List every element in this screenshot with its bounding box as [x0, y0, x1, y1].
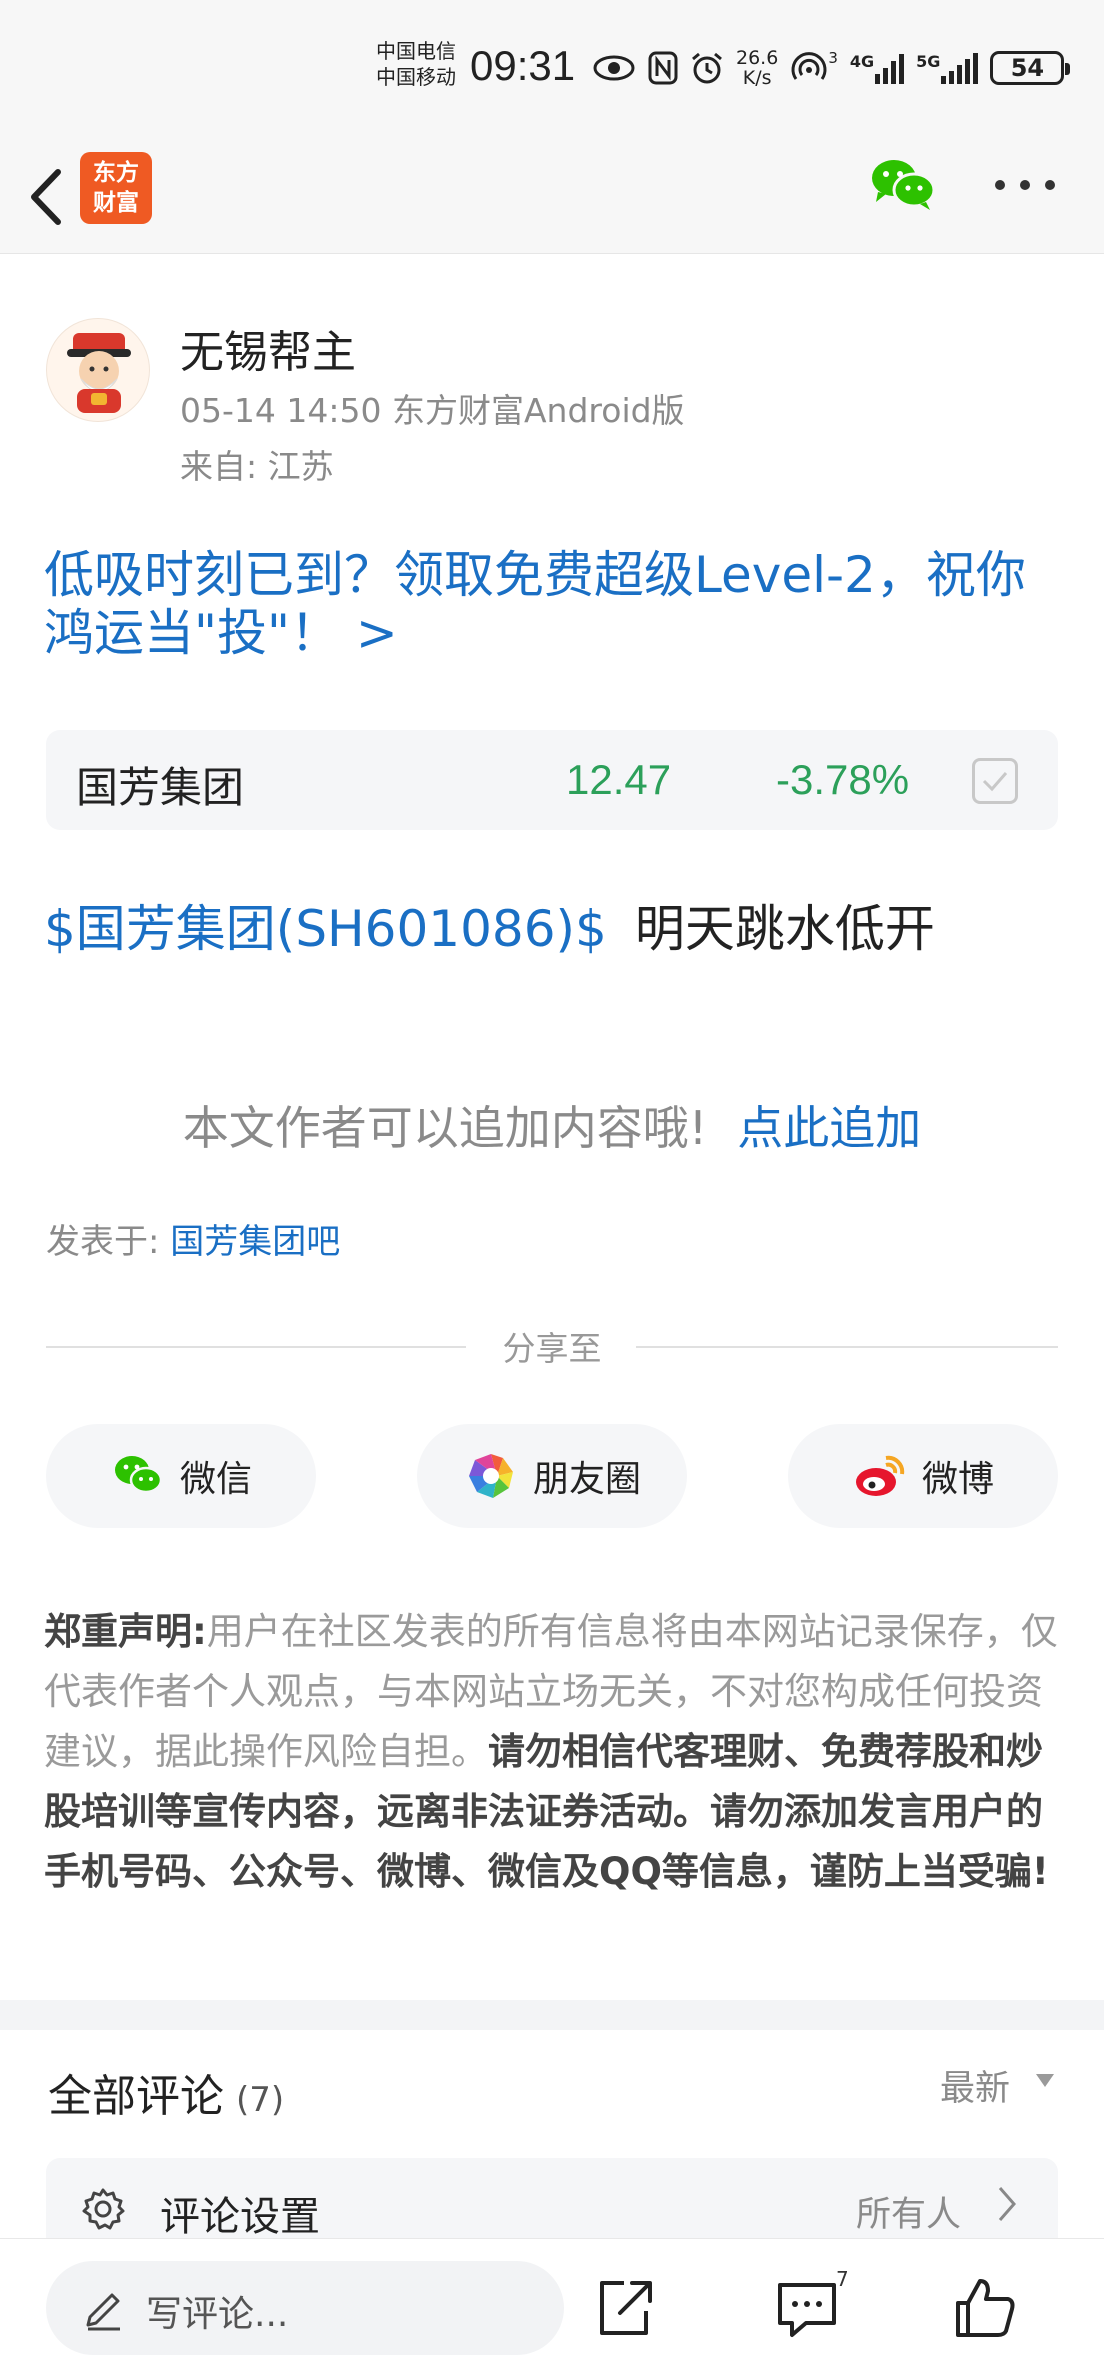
hotspot-sub-label: 3	[828, 49, 838, 67]
more-icon[interactable]	[990, 170, 1060, 200]
pencil-icon	[82, 2285, 126, 2331]
eye-icon	[592, 53, 636, 83]
moments-icon	[468, 1454, 513, 1498]
stock-name: 国芳集团	[76, 763, 245, 812]
comments-sort-dropdown[interactable]: 最新	[940, 2060, 1010, 2111]
stock-bar-link[interactable]: 国芳集团吧	[170, 1222, 340, 1262]
share-weibo-button[interactable]: 微博	[788, 1424, 1058, 1528]
write-comment-placeholder: 写评论...	[146, 2294, 289, 2335]
level2-promo-link[interactable]: 低吸时刻已到？领取免费超级Level-2，祝你鸿运当"投"！ >	[44, 546, 1064, 662]
comments-title: 全部评论 (7)	[48, 2060, 284, 2124]
share-moments-button[interactable]: 朋友圈	[417, 1424, 687, 1528]
carrier-names: 中国电信 中国移动	[376, 38, 456, 90]
write-comment-input[interactable]: 写评论...	[46, 2261, 564, 2355]
alarm-icon	[690, 51, 724, 85]
posted-in-label: 发表于:	[46, 1222, 160, 1262]
share-external-icon[interactable]	[590, 2273, 660, 2343]
status-bar: 中国电信 中国移动 09:31 26.6 K/s 3 4G 5G 54	[0, 0, 1104, 140]
weibo-icon	[855, 1455, 905, 1496]
section-divider	[0, 2000, 1104, 2030]
post-body: $国芳集团(SH601086)$ 明天跳水低开	[44, 894, 935, 964]
comments-title-label: 全部评论	[48, 2071, 224, 2122]
author-avatar[interactable]	[46, 318, 150, 422]
net-speed-unit: K/s	[742, 67, 772, 89]
author-name[interactable]: 无锡帮主	[180, 316, 356, 380]
wechat-icon[interactable]	[868, 154, 938, 214]
carrier-1: 中国电信	[376, 39, 456, 63]
net-speed-value: 26.6	[736, 47, 779, 69]
append-content-link[interactable]: 点此追加	[737, 1101, 921, 1155]
carrier-2: 中国移动	[376, 65, 456, 89]
gear-icon	[80, 2186, 126, 2232]
status-time: 09:31	[470, 42, 576, 89]
post-location: 来自: 江苏	[180, 447, 334, 486]
share-wechat-label: 微信	[179, 1459, 252, 1500]
caret-down-icon	[1036, 2074, 1054, 2087]
stock-quote-card[interactable]: 国芳集团 12.47 -3.78%	[46, 730, 1058, 830]
post-meta: 05-14 14:50 东方财富Android版	[180, 391, 685, 430]
nfc-icon	[648, 51, 678, 85]
chevron-right-icon	[992, 2184, 1022, 2224]
share-weibo-label: 微博	[921, 1459, 994, 1500]
signal-5g-icon: 5G	[916, 52, 979, 84]
check-icon	[982, 772, 1008, 792]
stock-tag-link[interactable]: $国芳集团(SH601086)$	[44, 900, 607, 958]
signal-4g-icon: 4G	[849, 52, 905, 84]
status-icons: 26.6 K/s 3 4G 5G 54	[592, 40, 1071, 96]
comment-settings-value: 所有人	[856, 2195, 962, 2235]
comment-settings-label: 评论设置	[160, 2194, 320, 2240]
nav-bar: 东方 财富	[0, 140, 1104, 254]
share-wechat-button[interactable]: 微信	[46, 1424, 316, 1528]
net-speed: 26.6 K/s	[736, 48, 778, 88]
app-logo[interactable]: 东方 财富	[80, 152, 152, 224]
hotspot-icon: 3	[790, 49, 838, 85]
comments-count: (7)	[236, 2080, 285, 2120]
logo-line-2: 财富	[93, 190, 139, 216]
share-label: 分享至	[502, 1329, 602, 1368]
disclaimer: 郑重声明:用户在社区发表的所有信息将由本网站记录保存，仅代表作者个人观点，与本网…	[44, 1602, 1064, 1902]
disclaimer-colon: :	[192, 1610, 207, 1653]
posted-in: 发表于: 国芳集团吧	[46, 1214, 340, 1263]
share-moments-label: 朋友圈	[532, 1459, 641, 1500]
stock-price: 12.47	[566, 756, 672, 803]
post-text: 明天跳水低开	[634, 900, 935, 958]
battery-indicator: 54	[990, 51, 1071, 85]
comment-count-badge: 7	[836, 2267, 849, 2291]
signal-5g-label: 5G	[916, 52, 941, 71]
comment-icon[interactable]	[772, 2273, 842, 2343]
append-note-text: 本文作者可以追加内容哦!	[182, 1101, 708, 1155]
disclaimer-title: 郑重声明	[44, 1610, 192, 1653]
like-icon[interactable]	[950, 2273, 1020, 2343]
signal-4g-label: 4G	[849, 52, 875, 71]
logo-line-1: 东方	[93, 160, 139, 186]
add-watchlist-checkbox[interactable]	[972, 758, 1018, 804]
bottom-action-bar: 写评论... 7	[0, 2238, 1104, 2376]
stock-change: -3.78%	[776, 756, 910, 803]
append-content-note: 本文作者可以追加内容哦! 点此追加	[0, 1092, 1104, 1158]
back-arrow-icon[interactable]	[20, 164, 80, 230]
fortune-god-avatar-icon	[67, 333, 131, 413]
wechat-icon	[114, 1456, 163, 1494]
